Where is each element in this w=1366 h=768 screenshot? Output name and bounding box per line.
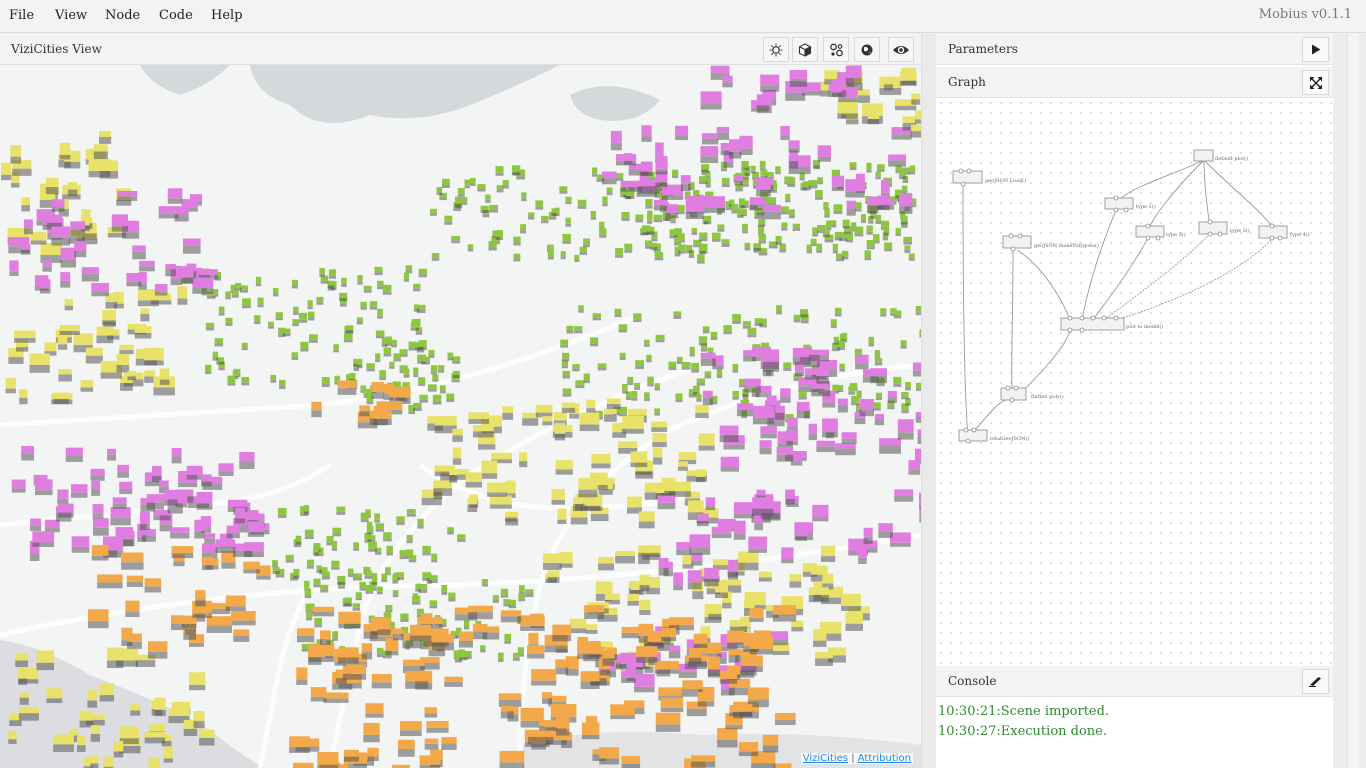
svg-text:type 4(): type 4() (1290, 231, 1310, 238)
node-default-plot[interactable]: default plot() (1193, 149, 1248, 162)
eye-icon (893, 45, 909, 54)
node-plot-to-model[interactable]: plot to model() (1060, 315, 1163, 333)
svg-text:type 1(): type 1() (1136, 203, 1156, 210)
node-type-4[interactable]: type 4() (1258, 223, 1310, 241)
expand-graph-button[interactable] (1302, 70, 1329, 95)
vizicities-viewer: ViziCities View ViziCities | Attribution (0, 34, 921, 768)
svg-text:type 3(): type 3() (1230, 227, 1250, 234)
menu-view[interactable]: View (55, 8, 87, 23)
globe-icon (861, 44, 873, 55)
console-line: 10:30:21:Scene imported. (938, 704, 1110, 719)
svg-text:totalGeoJSON(): totalGeoJSON() (990, 435, 1029, 442)
graph-title: Graph (948, 75, 986, 89)
node-geojson-load[interactable]: geoJSON Load() (952, 168, 1026, 187)
svg-text:plot to model(): plot to model() (1126, 323, 1163, 330)
graph-nodes: geoJSON Load() geoJSON makePolygons() fl… (952, 149, 1310, 444)
clear-console-button[interactable] (1302, 669, 1329, 694)
network-button[interactable] (823, 37, 849, 62)
scrollbar-track[interactable] (1347, 34, 1359, 768)
eraser-icon (1309, 676, 1321, 687)
map-attribution: ViziCities | Attribution (800, 753, 913, 764)
menu-node[interactable]: Node (105, 8, 140, 23)
console-output: 10:30:21:Scene imported. 10:30:27:Execut… (936, 698, 1333, 768)
menu-help[interactable]: Help (211, 8, 243, 23)
menu-file[interactable]: File (9, 8, 34, 23)
play-icon (1311, 44, 1320, 55)
node-type-2[interactable]: type 2() (1135, 223, 1186, 241)
app-version: Mobius v0.1.1 (1258, 7, 1352, 22)
right-scroll-area (1333, 34, 1366, 768)
globe-button[interactable] (854, 37, 880, 62)
menu-code[interactable]: Code (159, 8, 193, 23)
panel-splitter[interactable] (921, 34, 936, 768)
sun-icon (769, 43, 783, 56)
graph-canvas: geoJSON Load() geoJSON makePolygons() fl… (952, 149, 1310, 444)
cube-button[interactable] (792, 37, 818, 62)
console-line: 10:30:27:Execution done. (938, 724, 1107, 739)
viewer-title: ViziCities View (11, 42, 102, 56)
console-title: Console (948, 674, 997, 688)
attribution-separator: | (851, 753, 855, 764)
svg-text:flatten poly(): flatten poly() (1031, 393, 1064, 400)
eye-button[interactable] (888, 37, 914, 62)
menu-bar: File View Node Code Help Mobius v0.1.1 (0, 0, 1366, 33)
viewer-header: ViziCities View (0, 34, 921, 65)
cube-icon (798, 42, 812, 57)
attribution-link[interactable]: Attribution (858, 753, 911, 764)
node-total-geojson[interactable]: totalGeoJSON() (958, 427, 1029, 444)
svg-text:type 2(): type 2() (1166, 231, 1186, 238)
node-flatten-poly[interactable]: flatten poly() (1000, 385, 1064, 403)
node-type-1[interactable]: type 1() (1104, 195, 1156, 213)
graph-header: Graph (936, 67, 1333, 98)
city-map (0, 65, 921, 768)
svg-text:geoJSON makePolygons(): geoJSON makePolygons() (1034, 242, 1099, 249)
node-make-polygons[interactable]: geoJSON makePolygons() (1002, 233, 1099, 252)
sun-button[interactable] (763, 37, 789, 62)
svg-text:default plot(): default plot() (1215, 155, 1248, 162)
expand-icon (1309, 76, 1322, 89)
network-icon (829, 43, 843, 56)
run-button[interactable] (1302, 37, 1329, 62)
parameters-title: Parameters (948, 42, 1018, 56)
svg-text:geoJSON Load(): geoJSON Load() (985, 177, 1026, 184)
side-panels: Parameters Graph geoJSON Load() geoJSON … (936, 34, 1333, 768)
node-type-3[interactable]: type 3() (1198, 219, 1250, 237)
parameters-header: Parameters (936, 34, 1333, 65)
console-header: Console (936, 666, 1333, 697)
vizicities-link[interactable]: ViziCities (803, 753, 848, 764)
map-canvas[interactable]: ViziCities | Attribution (0, 65, 921, 768)
node-graph[interactable]: geoJSON Load() geoJSON makePolygons() fl… (936, 98, 1333, 666)
